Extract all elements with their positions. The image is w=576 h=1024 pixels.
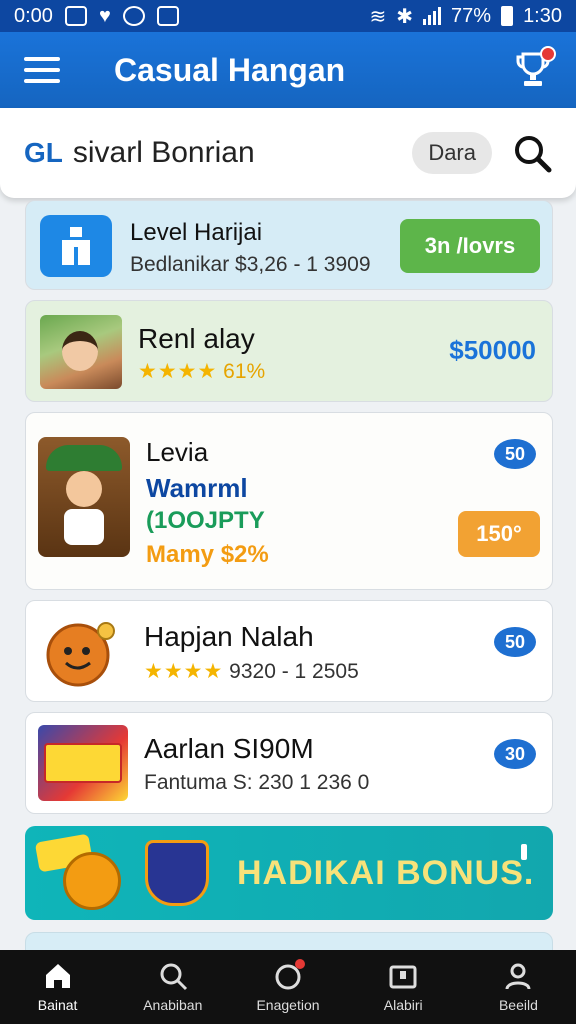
trophy-badge (540, 46, 556, 62)
status-right: ≋ ✱ 77% 1:30 (370, 4, 563, 29)
nav-item-inbox[interactable]: Alabiri (346, 950, 461, 1024)
card-line-3: (1OOJPTY (146, 507, 265, 534)
notification-icon (64, 6, 87, 26)
status-left: 0:00 ♥ (14, 5, 179, 28)
clock-icon (122, 6, 145, 26)
game-thumbnail (38, 725, 128, 801)
search-bar[interactable]: GL sivarl Bonrian Dara (0, 108, 576, 198)
card-line-4: Mamy $2% (146, 541, 269, 568)
card-title: Aarlan SI90M (144, 733, 314, 764)
inbox-icon (388, 961, 418, 991)
action-button[interactable]: 150° (458, 511, 540, 557)
search-icon[interactable] (512, 133, 552, 173)
nav-item-profile[interactable]: Beeild (461, 950, 576, 1024)
banner-title: HADIKAI BONUS. (237, 854, 535, 892)
profile-icon (503, 961, 533, 991)
wifi-icon: ≋ (369, 5, 387, 28)
search-text[interactable]: sivarl Bonrian (73, 136, 255, 170)
status-time-right: 1:30 (523, 4, 562, 27)
nav-label: Anabiban (143, 997, 203, 1013)
list-item[interactable]: Level Harijai Bedlanikar $3,26 - 1 3909 … (25, 200, 553, 290)
count-badge: 30 (494, 739, 536, 769)
card-title: Level Harijai (130, 219, 263, 246)
app-bar: Casual Hangan (0, 32, 576, 108)
list-item[interactable]: Aarlan SI90M Fantuma S: 230 1 236 0 30 (25, 712, 553, 814)
app-title: Casual Hangan (114, 51, 346, 88)
status-time-left: 0:00 (14, 4, 53, 27)
play-button[interactable]: 3n /Iovrs (400, 219, 540, 273)
list-item[interactable]: Levia Wamrml (1OOJPTY Mamy $2% 50 150° (25, 412, 553, 590)
menu-icon[interactable] (24, 57, 60, 83)
shield-icon (145, 840, 209, 906)
info-icon[interactable] (521, 844, 527, 860)
card-subtitle: Bedlanikar $3,26 - 1 3909 (130, 253, 371, 276)
status-bar: 0:00 ♥ ≋ ✱ 77% 1:30 (0, 0, 576, 32)
bonus-banner[interactable]: HADIKAI BONUS. (25, 826, 553, 920)
home-icon (43, 961, 73, 991)
meta-text: 9320 - 1 2505 (229, 660, 359, 683)
game-thumbnail (38, 437, 130, 557)
game-thumbnail (40, 315, 122, 389)
nav-label: Beeild (498, 997, 538, 1013)
card-title: Levia (146, 437, 209, 467)
count-badge: 50 (494, 627, 536, 657)
card-line-2: Wamrml (146, 473, 248, 503)
nav-item-search[interactable]: Anabiban (115, 950, 230, 1024)
signal-icon (423, 7, 442, 25)
nav-label: Bainat (37, 997, 78, 1013)
search-brand: GL (24, 137, 63, 168)
star-rating: ★★★★ (144, 660, 224, 683)
bottom-nav: Bainat Anabiban Enagetion Alabiri Beeild (0, 950, 576, 1024)
card-meta: ★★★★ 9320 - 1 2505 (144, 659, 359, 684)
battery-icon (501, 6, 514, 26)
trophy-icon[interactable] (514, 46, 556, 90)
battery-percent: 77% (451, 4, 492, 27)
nav-item-notifications[interactable]: Enagetion (230, 950, 345, 1024)
list-item[interactable]: Renl alay ★★★★ 61% $50000 (25, 300, 553, 402)
card-rating: ★★★★ 61% (138, 359, 265, 384)
rating-text: 61% (223, 360, 266, 383)
level-thumbnail (40, 215, 112, 277)
nav-label: Enagetion (256, 997, 320, 1013)
card-title: Hapjan Nalah (144, 621, 314, 652)
nav-label: Alabiri (383, 997, 423, 1013)
person-icon (62, 227, 90, 265)
notification-icon (273, 959, 305, 991)
cookie-icon (46, 622, 115, 687)
list-item[interactable]: Hapjan Nalah ★★★★ 9320 - 1 2505 50 (25, 600, 553, 702)
count-badge: 50 (494, 439, 536, 469)
nav-item-home[interactable]: Bainat (0, 950, 115, 1024)
heart-icon: ♥ (98, 4, 111, 27)
notification-badge (295, 959, 305, 969)
mail-icon (156, 6, 179, 26)
card-title: Renl alay (138, 323, 255, 354)
bluetooth-icon: ✱ (396, 5, 414, 28)
card-meta: Fantuma S: 230 1 236 0 (144, 771, 370, 794)
price-label[interactable]: $50000 (449, 335, 536, 366)
coin-icon (63, 852, 121, 910)
search-icon (158, 961, 188, 991)
filter-chip[interactable]: Dara (412, 132, 492, 174)
star-rating: ★★★★ (138, 360, 218, 383)
